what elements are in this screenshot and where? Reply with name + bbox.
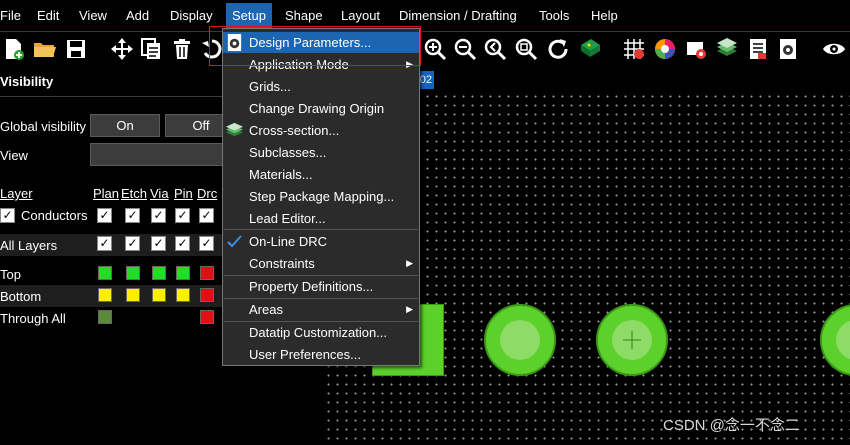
conductors-pin-checkbox[interactable]: ✓ — [175, 208, 190, 223]
all-layers-plan-checkbox[interactable]: ✓ — [97, 236, 112, 251]
top-etch-swatch[interactable] — [126, 266, 140, 280]
menu-item-change-drawing-origin[interactable]: Change Drawing Origin — [223, 98, 419, 119]
menu-item-grids[interactable]: Grids... — [223, 76, 419, 97]
watermark: CSDN @念一不念二 — [663, 417, 800, 434]
visibility-eye-icon[interactable] — [822, 37, 846, 61]
conductors-etch-checkbox[interactable]: ✓ — [125, 208, 140, 223]
all-layers-via-checkbox[interactable]: ✓ — [151, 236, 166, 251]
settings-icon[interactable] — [776, 37, 800, 61]
all-layers-label: All Layers — [0, 238, 58, 253]
top-pin-swatch[interactable] — [176, 266, 190, 280]
visibility-panel: Visibility Global visibility On Off View… — [0, 66, 237, 445]
menu-item-property-definitions[interactable]: Property Definitions... — [223, 276, 419, 297]
copy-icon[interactable] — [139, 37, 163, 61]
view-select[interactable] — [90, 143, 224, 166]
menu-separator — [224, 229, 418, 230]
redraw-icon[interactable] — [546, 37, 570, 61]
new-file-icon[interactable] — [2, 37, 26, 61]
bottom-via-swatch[interactable] — [152, 288, 166, 302]
all-layers-drc-checkbox[interactable]: ✓ — [199, 236, 214, 251]
color-icon[interactable] — [653, 37, 677, 61]
menu-layout[interactable]: Layout — [341, 8, 380, 23]
conductors-plan-checkbox[interactable]: ✓ — [97, 208, 112, 223]
stack-icon[interactable] — [715, 37, 739, 61]
conductors-checkbox[interactable]: ✓ — [0, 208, 15, 223]
menu-dimension-drafting[interactable]: Dimension / Drafting — [399, 8, 517, 23]
pad-drill-1 — [500, 320, 540, 360]
top-via-swatch[interactable] — [152, 266, 166, 280]
menu-item-subclasses[interactable]: Subclasses... — [223, 142, 419, 163]
bottom-etch-swatch[interactable] — [126, 288, 140, 302]
zoom-fit-icon[interactable] — [514, 37, 538, 61]
menu-edit[interactable]: Edit — [37, 8, 59, 23]
save-icon[interactable] — [64, 37, 88, 61]
column-plan: Plan — [93, 186, 120, 201]
zoom-previous-icon[interactable] — [483, 37, 507, 61]
submenu-arrow-icon: ▶ — [406, 304, 413, 314]
move-icon[interactable] — [110, 37, 134, 61]
zoom-out-icon[interactable] — [453, 37, 477, 61]
column-layer: Layer — [0, 186, 33, 201]
report-icon[interactable] — [746, 37, 770, 61]
menu-item-constraints[interactable]: Constraints ▶ — [223, 253, 419, 274]
menu-file[interactable]: File — [0, 8, 21, 23]
conductors-via-checkbox[interactable]: ✓ — [151, 208, 166, 223]
all-layers-etch-checkbox[interactable]: ✓ — [125, 236, 140, 251]
view-label: View — [0, 148, 28, 163]
bottom-pin-swatch[interactable] — [176, 288, 190, 302]
setup-dropdown-menu: Design Parameters... Application Mode ▶ … — [222, 28, 420, 366]
menu-add[interactable]: Add — [126, 8, 149, 23]
board-icon[interactable] — [578, 37, 602, 61]
checkmark-icon — [227, 235, 242, 248]
grid-icon[interactable] — [622, 37, 646, 61]
open-folder-icon[interactable] — [32, 37, 56, 61]
submenu-arrow-icon: ▶ — [406, 258, 413, 268]
round-pad-1[interactable] — [484, 304, 556, 376]
panel-title: Visibility — [0, 74, 54, 89]
delete-icon[interactable] — [170, 37, 194, 61]
menu-item-online-drc[interactable]: On-Line DRC — [223, 231, 419, 252]
menu-item-materials[interactable]: Materials... — [223, 164, 419, 185]
menu-item-lead-editor[interactable]: Lead Editor... — [223, 208, 419, 229]
menu-help[interactable]: Help — [591, 8, 618, 23]
menu-item-datatip-customization[interactable]: Datatip Customization... — [223, 322, 419, 343]
global-visibility-label: Global visibility — [0, 119, 86, 134]
column-drc: Drc — [197, 186, 218, 201]
layer-top-label: Top — [0, 267, 21, 282]
menu-view[interactable]: View — [79, 8, 107, 23]
through-all-drc-swatch[interactable] — [200, 310, 214, 324]
all-layers-pin-checkbox[interactable]: ✓ — [175, 236, 190, 251]
menu-item-step-package-mapping[interactable]: Step Package Mapping... — [223, 186, 419, 207]
highlight-annotation-box — [209, 26, 421, 66]
menu-item-cross-section[interactable]: Cross-section... — [223, 120, 419, 141]
round-pad-2[interactable] — [596, 304, 668, 376]
toolbar — [0, 32, 850, 66]
menu-bar: File Edit View Add Display Setup Shape L… — [0, 0, 850, 32]
column-pin: Pin — [174, 186, 193, 201]
menu-display[interactable]: Display — [170, 8, 213, 23]
top-plan-swatch[interactable] — [98, 266, 112, 280]
menu-item-areas[interactable]: Areas ▶ — [223, 299, 419, 320]
global-on-button[interactable]: On — [90, 114, 160, 137]
conductors-label: Conductors — [21, 208, 88, 223]
column-via: Via — [150, 186, 169, 201]
menu-tools[interactable]: Tools — [539, 8, 569, 23]
layer-icon[interactable] — [684, 37, 708, 61]
pad-drill-3 — [836, 320, 850, 360]
cross-section-icon — [225, 122, 244, 137]
through-all-plan-swatch[interactable] — [98, 310, 112, 324]
column-etch: Etch — [121, 186, 148, 201]
top-drc-swatch[interactable] — [200, 266, 214, 280]
layer-through-all-label: Through All — [0, 311, 66, 326]
bottom-drc-swatch[interactable] — [200, 288, 214, 302]
menu-shape[interactable]: Shape — [285, 8, 323, 23]
bottom-plan-swatch[interactable] — [98, 288, 112, 302]
zoom-in-icon[interactable] — [423, 37, 447, 61]
crosshair-icon — [623, 331, 641, 349]
conductors-drc-checkbox[interactable]: ✓ — [199, 208, 214, 223]
menu-item-user-preferences[interactable]: User Preferences... — [223, 344, 419, 365]
menu-setup[interactable]: Setup — [226, 3, 272, 28]
layer-bottom-label: Bottom — [0, 289, 42, 304]
